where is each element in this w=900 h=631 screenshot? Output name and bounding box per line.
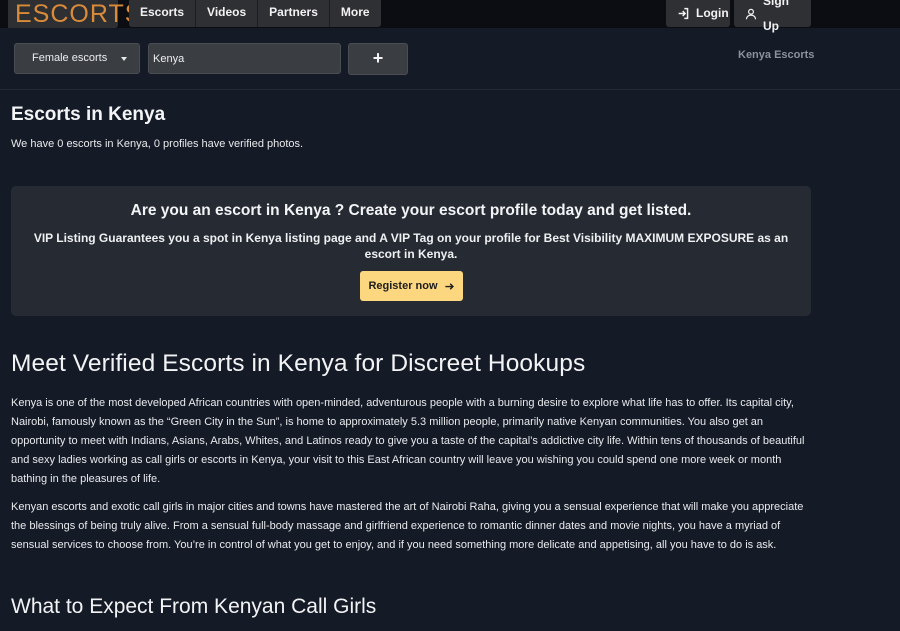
login-button[interactable]: Login xyxy=(666,0,730,27)
nav-tab-partners[interactable]: Partners xyxy=(258,0,330,27)
article-subheading: What to Expect From Kenyan Call Girls xyxy=(11,595,377,618)
nav-tab-more[interactable]: More xyxy=(329,0,381,27)
register-button[interactable]: Register now xyxy=(360,271,463,301)
breadcrumb[interactable]: Kenya Escorts xyxy=(738,49,814,61)
signup-label: Sign Up xyxy=(763,0,789,33)
page-subtitle: We have 0 escorts in Kenya, 0 profiles h… xyxy=(11,138,304,150)
signup-button[interactable]: Sign Up xyxy=(734,0,811,33)
article-heading: Meet Verified Escorts in Kenya for Discr… xyxy=(11,350,586,377)
promo-panel: Are you an escort in Kenya ? Create your… xyxy=(11,186,811,316)
page-title: Escorts in Kenya xyxy=(11,104,166,125)
category-select[interactable]: Female escorts xyxy=(14,43,140,74)
article-paragraph: Kenya is one of the most developed Afric… xyxy=(11,397,805,485)
article-paragraph: Kenyan escorts and exotic call girls in … xyxy=(11,501,804,551)
header-divider xyxy=(0,89,900,90)
nav-tab-escorts[interactable]: Escorts xyxy=(129,0,197,27)
user-icon xyxy=(745,8,757,20)
site-logo[interactable]: ESCORTS xyxy=(8,0,141,28)
login-arrow-icon xyxy=(677,7,690,20)
category-select-label: Female escorts xyxy=(32,52,108,64)
add-filter-button[interactable]: + xyxy=(348,43,408,75)
caret-down-icon xyxy=(121,57,127,61)
promo-body: VIP Listing Guarantees you a spot in Ken… xyxy=(33,231,789,261)
register-label: Register now xyxy=(368,280,438,292)
top-navbar: ESCORTS Escorts Videos Partners More Log… xyxy=(0,0,900,33)
arrow-right-icon xyxy=(444,281,455,292)
location-input[interactable] xyxy=(148,43,341,74)
nav-tabs: Escorts Videos Partners More xyxy=(129,0,381,27)
nav-tab-videos[interactable]: Videos xyxy=(196,0,259,27)
login-label: Login xyxy=(696,6,729,20)
promo-title: Are you an escort in Kenya ? Create your… xyxy=(130,202,692,219)
